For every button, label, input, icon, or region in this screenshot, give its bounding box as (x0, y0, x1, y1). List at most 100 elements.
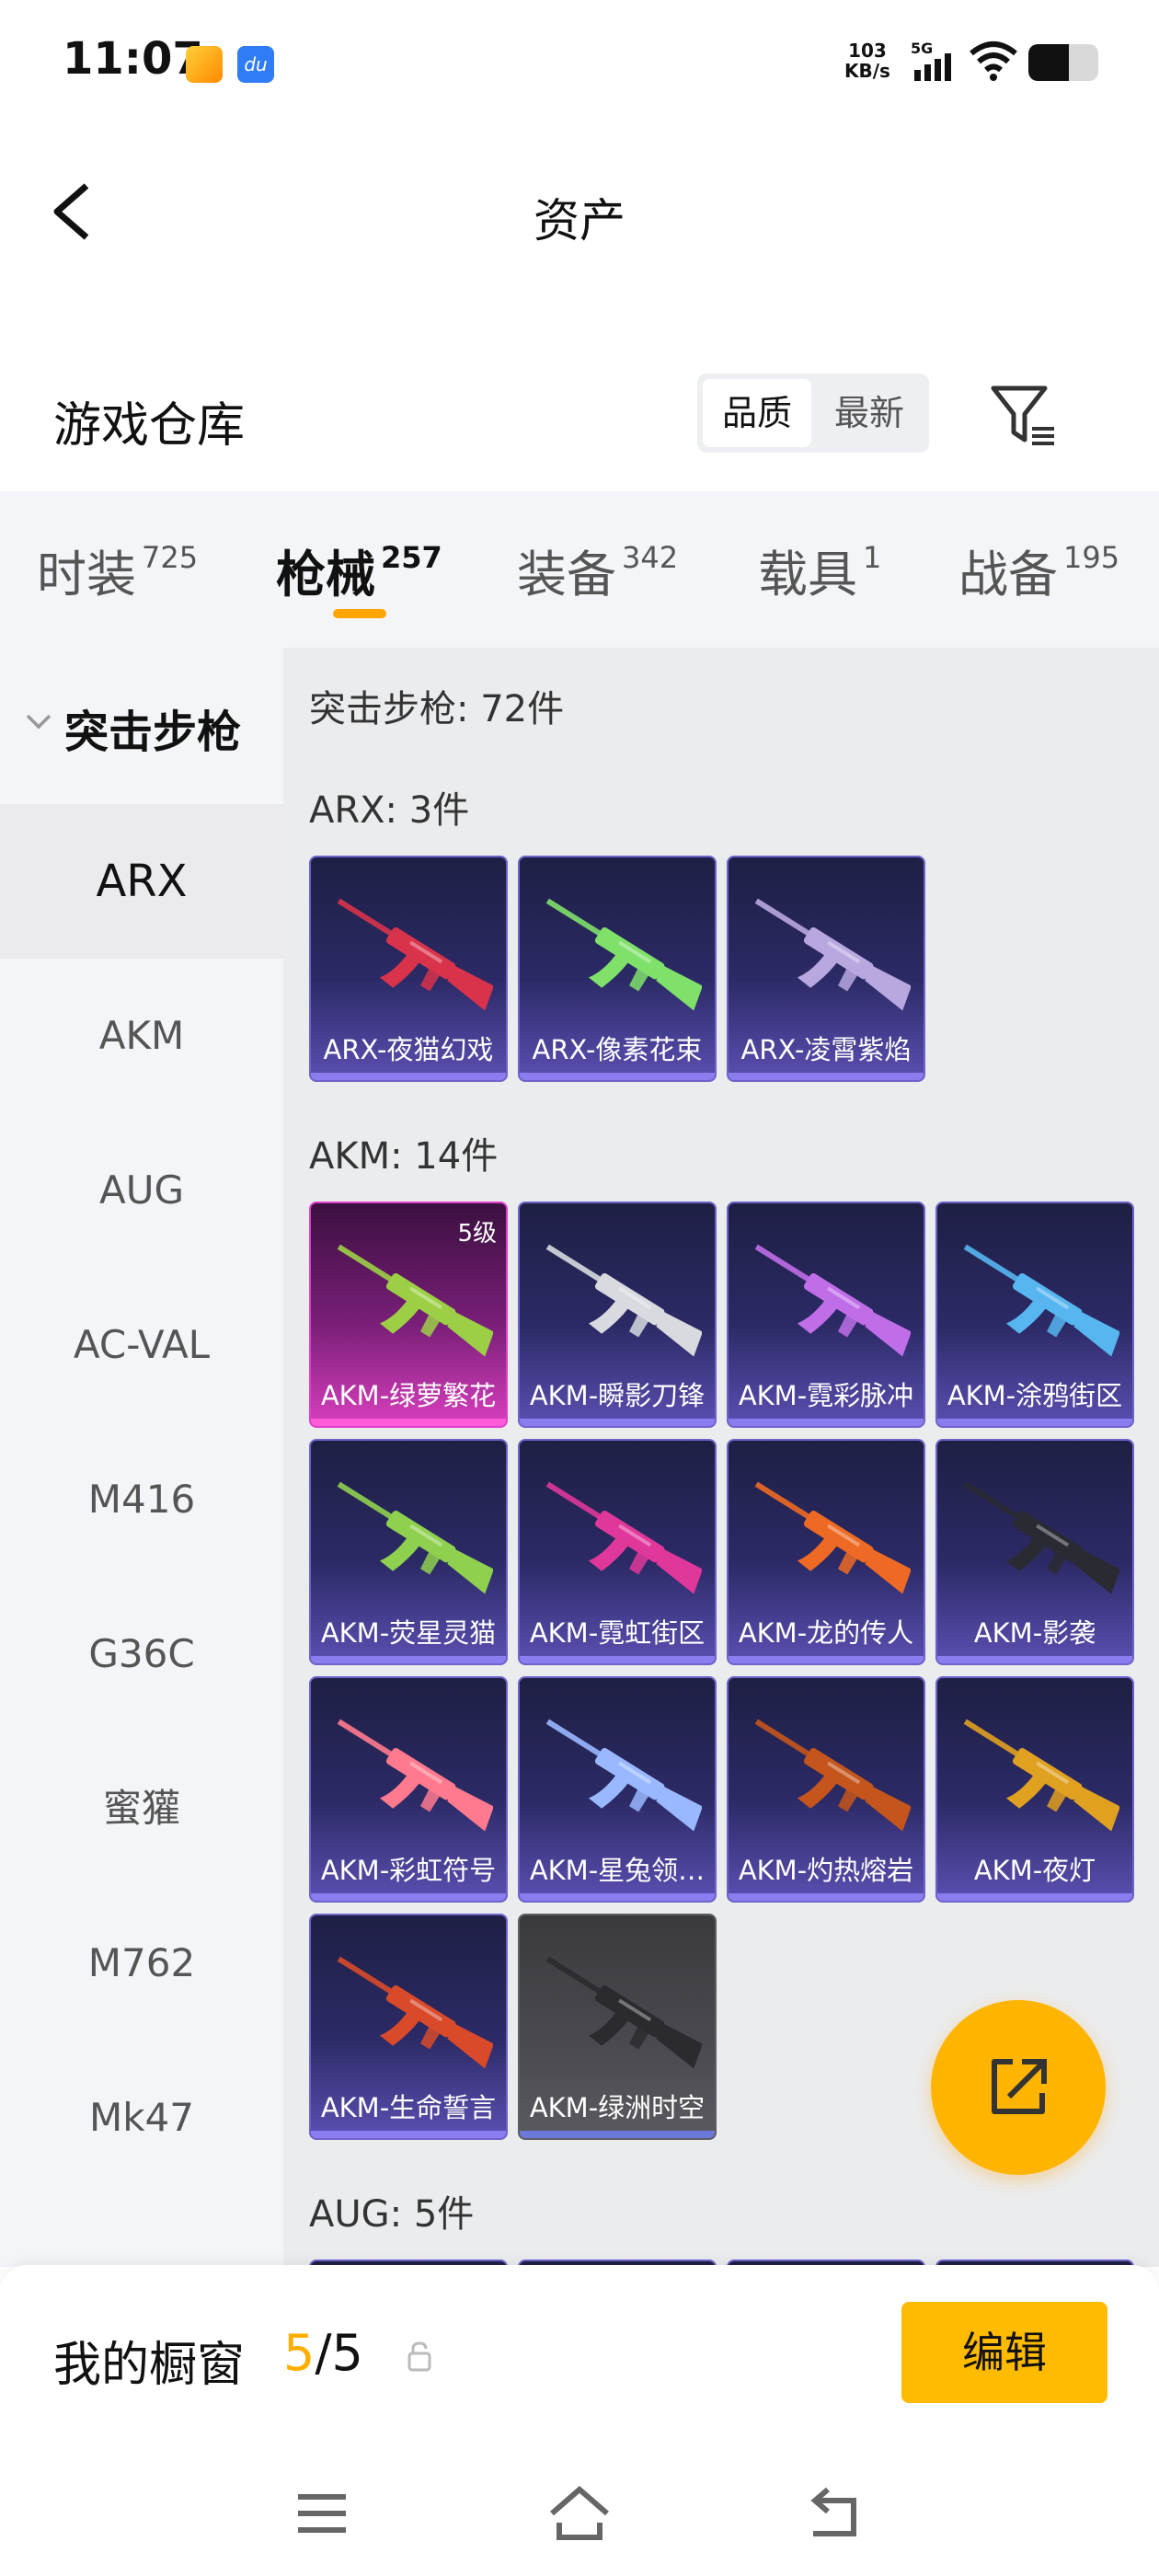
weapon-card[interactable]: AKM-彩虹符号 (309, 1676, 508, 1903)
showcase-count: 5/5 (283, 2324, 363, 2382)
status-time: 11:07 (63, 33, 203, 85)
network-speed: 103 KB/s (844, 40, 890, 82)
sidebar-category-header[interactable]: 突击步枪 (0, 648, 283, 804)
weapon-name: AKM-绿萝繁花 (320, 1380, 497, 1411)
weapon-name: AKM-霓虹街区 (529, 1617, 706, 1649)
weapon-name: AKM-影袭 (973, 1617, 1096, 1649)
share-export-icon (992, 2059, 1047, 2114)
rifle-skin-icon (754, 1244, 911, 1357)
top-header: 资产 (0, 156, 1159, 267)
sort-toggle: 品质 最新 (697, 374, 929, 453)
sidebar-item-3[interactable]: AC-VAL (0, 1268, 283, 1422)
weapon-card[interactable]: 5级 AKM-绿萝繁花 (309, 1202, 508, 1428)
sidebar-item-4[interactable]: M416 (0, 1422, 283, 1577)
weapon-name: AKM-夜灯 (973, 1855, 1096, 1886)
home-icon[interactable] (543, 2477, 616, 2550)
weapon-card[interactable]: ARX-像素花束 (518, 856, 717, 1082)
sidebar-item-6[interactable]: 蜜獾 (0, 1731, 283, 1886)
showcase-bar: 我的橱窗 5/5 编辑 (0, 2265, 1159, 2449)
rifle-skin-icon (754, 1481, 911, 1594)
active-tab-indicator (333, 609, 386, 618)
weapon-name: ARX-像素花束 (532, 1034, 703, 1065)
menu-icon[interactable] (285, 2477, 359, 2550)
tab-vehicles[interactable]: 载具 1 (758, 534, 881, 606)
weapon-name: AKM-灼热熔岩 (738, 1855, 914, 1886)
tab-supplies[interactable]: 战备 195 (958, 534, 1119, 606)
chevron-down-icon (26, 714, 52, 730)
weapon-name: AKM-绿洲时空 (529, 2092, 706, 2123)
sort-by-newest-button[interactable]: 最新 (815, 379, 924, 447)
weapon-card[interactable]: AKM-瞬影刀锋 (518, 1202, 717, 1428)
weapon-card[interactable]: AKM-星兔领… (518, 1676, 717, 1903)
signal-5g-icon: 5G (911, 40, 951, 81)
game-app-notification-icon (186, 46, 223, 83)
weapon-name: AKM-星兔领… (529, 1855, 706, 1886)
weapon-card[interactable]: AKM-霓虹街区 (518, 1439, 717, 1665)
weapon-card[interactable]: AKM-霓彩脉冲 (727, 1202, 925, 1428)
weapon-card[interactable]: AKM-夜灯 (935, 1676, 1134, 1903)
lock-icon[interactable] (405, 2340, 434, 2372)
tab-fashion[interactable]: 时装 725 (37, 534, 198, 606)
weapon-name: AKM-霓彩脉冲 (738, 1380, 914, 1411)
group-label: AKM: 14件 (309, 1135, 499, 1178)
weapon-card[interactable]: AKM-龙的传人 (727, 1439, 925, 1665)
weapon-name: AKM-涂鸦街区 (947, 1380, 1123, 1411)
rifle-skin-icon (754, 898, 911, 1011)
group-label: ARX: 3件 (309, 789, 470, 832)
weapon-card[interactable]: AKM-绿洲时空 (518, 1914, 717, 2140)
warehouse-title: 游戏仓库 (53, 398, 246, 454)
weapon-name: AKM-龙的传人 (738, 1617, 914, 1649)
rifle-skin-icon (545, 1956, 702, 2069)
category-summary: 突击步枪: 72件 (309, 688, 565, 730)
sidebar-category-label: 突击步枪 (64, 707, 242, 758)
weapon-name: ARX-夜猫幻戏 (323, 1034, 494, 1065)
rifle-skin-icon (545, 898, 702, 1011)
rifle-skin-icon (545, 1719, 702, 1832)
weapon-card[interactable]: ARX-凌霄紫焰 (727, 856, 925, 1082)
weapon-name: AKM-荧星灵猫 (320, 1617, 497, 1649)
weapon-name: AKM-生命誓言 (320, 2092, 497, 2123)
weapon-name: AKM-彩虹符号 (320, 1855, 497, 1886)
sort-by-quality-button[interactable]: 品质 (703, 379, 811, 447)
rifle-skin-icon (754, 1719, 911, 1832)
weapon-card[interactable]: AKM-影袭 (935, 1439, 1134, 1665)
rifle-skin-icon (963, 1244, 1119, 1357)
sidebar-item-0[interactable]: ARX (0, 804, 283, 959)
wifi-icon (970, 41, 1017, 81)
rifle-skin-icon (337, 1481, 493, 1594)
tab-equipment[interactable]: 装备 342 (517, 534, 678, 606)
svg-text:5G: 5G (911, 40, 933, 57)
category-tabs: 时装 725 枪械 257 装备 342 载具 1 战备 195 (0, 491, 1159, 648)
back-nav-icon[interactable] (800, 2477, 874, 2550)
rifle-skin-icon (545, 1481, 702, 1594)
rifle-skin-icon (963, 1719, 1119, 1832)
sidebar-item-8[interactable]: Mk47 (0, 2041, 283, 2195)
showcase-label: 我的橱窗 (53, 2338, 246, 2393)
weapon-sidebar: 突击步枪 ARX AKM AUG AC-VAL M416 G36C 蜜獾 M762 Mk47 (0, 648, 283, 2267)
tab-firearms[interactable]: 枪械 257 (276, 534, 442, 606)
level-badge: 5级 (457, 1220, 497, 1248)
weapon-name: AKM-瞬影刀锋 (529, 1380, 706, 1411)
baidu-app-notification-icon: du (237, 46, 274, 83)
weapon-card[interactable]: AKM-荧星灵猫 (309, 1439, 508, 1665)
weapon-card[interactable]: AKM-灼热熔岩 (727, 1676, 925, 1903)
rifle-skin-icon (337, 898, 493, 1011)
sidebar-item-7[interactable]: M762 (0, 1886, 283, 2041)
system-nav-bar (0, 2449, 1159, 2576)
sidebar-item-1[interactable]: AKM (0, 959, 283, 1113)
rifle-skin-icon (545, 1244, 702, 1357)
battery-icon (1028, 44, 1098, 81)
group-label: AUG: 5件 (309, 2193, 475, 2236)
weapon-card[interactable]: AKM-生命誓言 (309, 1914, 508, 2140)
share-fab-button[interactable] (931, 2000, 1106, 2175)
weapon-card[interactable]: ARX-夜猫幻戏 (309, 856, 508, 1082)
weapon-name: ARX-凌霄紫焰 (740, 1034, 912, 1065)
weapon-card[interactable]: AKM-涂鸦街区 (935, 1202, 1134, 1428)
filter-icon[interactable] (986, 379, 1060, 453)
rifle-skin-icon (337, 1719, 493, 1832)
edit-button[interactable]: 编辑 (901, 2302, 1107, 2403)
rifle-skin-icon (337, 1956, 493, 2069)
sidebar-item-2[interactable]: AUG (0, 1113, 283, 1268)
sidebar-item-5[interactable]: G36C (0, 1577, 283, 1731)
rifle-skin-icon (963, 1481, 1119, 1594)
